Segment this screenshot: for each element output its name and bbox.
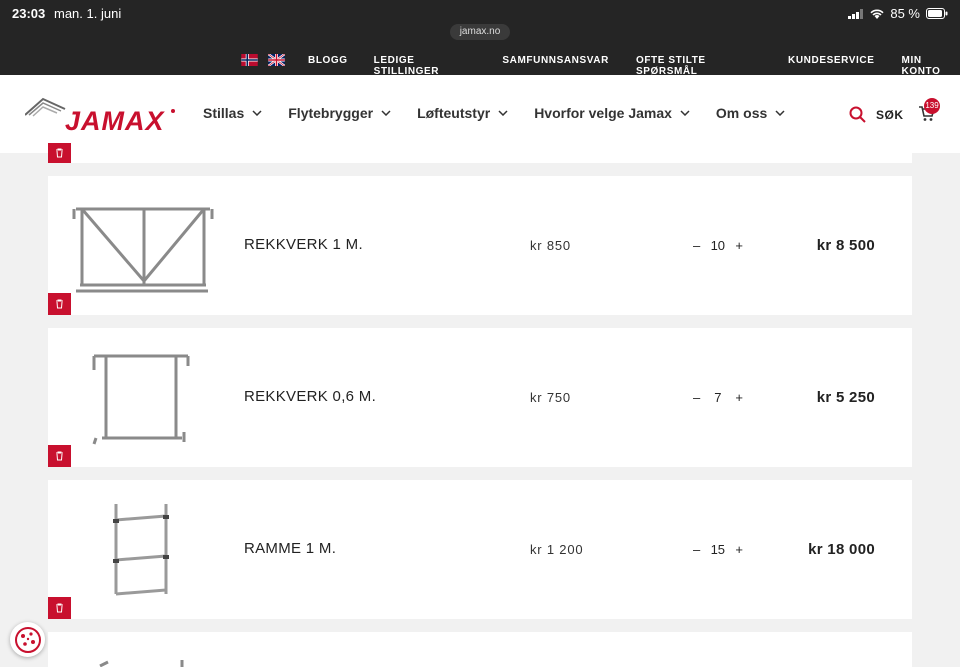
- battery-percent: 85 %: [890, 6, 920, 21]
- cookie-icon: [14, 626, 41, 653]
- cart-count-badge: 139: [924, 98, 940, 114]
- quantity-value[interactable]: 10: [708, 238, 728, 253]
- quantity-value[interactable]: 7: [708, 390, 728, 405]
- delete-button[interactable]: [48, 597, 71, 619]
- cart-row-partial: [48, 143, 912, 163]
- decrease-button[interactable]: –: [693, 238, 700, 253]
- line-total: kr 5 250: [816, 389, 875, 406]
- search-icon: [849, 106, 866, 123]
- rekkverk-1m-image: [72, 207, 214, 293]
- topnav-kundeservice[interactable]: KUNDESERVICE: [788, 55, 874, 77]
- site-header: JAMAX Stillas Flytebrygger Løfteutstyr H…: [0, 75, 960, 153]
- ramme-1m-image: [113, 504, 169, 596]
- nav-lofteutstyr[interactable]: Løfteutstyr: [417, 105, 508, 121]
- increase-button[interactable]: +: [735, 238, 743, 253]
- increase-button[interactable]: +: [735, 390, 743, 405]
- cart-item-row: RAMME 1 M. kr 1 200 – 15 + kr 18 000: [48, 480, 912, 619]
- delete-button[interactable]: [48, 445, 71, 467]
- search-label: SØK: [876, 107, 904, 122]
- svg-text:JAMAX: JAMAX: [65, 106, 166, 131]
- decrease-button[interactable]: –: [693, 542, 700, 557]
- battery-icon: [926, 8, 948, 19]
- chevron-down-icon: [252, 110, 262, 116]
- nav-flytebrygger-label: Flytebrygger: [288, 105, 374, 121]
- language-flags: [241, 54, 285, 66]
- top-bar: 23:03 man. 1. juni 85 % jamax.no BLOGG L…: [0, 0, 960, 77]
- nav-om-oss-label: Om oss: [715, 105, 768, 121]
- wifi-icon: [870, 9, 884, 19]
- url-bar[interactable]: jamax.no: [450, 24, 510, 40]
- increase-button[interactable]: +: [735, 542, 743, 557]
- line-total: kr 18 000: [808, 541, 875, 558]
- status-time: 23:03: [12, 6, 46, 21]
- cookie-settings-button[interactable]: [10, 622, 45, 657]
- nav-stillas[interactable]: Stillas: [203, 105, 262, 121]
- quantity-stepper: – 7 +: [693, 390, 743, 405]
- cart-item-row: REKKVERK 1 M. kr 850 – 10 + kr 8 500: [48, 176, 912, 315]
- product-price: kr 750: [530, 390, 571, 405]
- product-image-partial: [99, 660, 184, 667]
- decrease-button[interactable]: –: [693, 390, 700, 405]
- nav-hvorfor-label: Hvorfor velge Jamax: [534, 105, 672, 121]
- status-date: man. 1. juni: [54, 6, 122, 21]
- topnav-blogg[interactable]: BLOGG: [308, 55, 348, 77]
- british-flag-icon[interactable]: [268, 54, 285, 66]
- product-name[interactable]: REKKVERK 0,6 M.: [244, 388, 376, 405]
- quantity-value[interactable]: 15: [708, 542, 728, 557]
- trash-icon: [56, 451, 63, 461]
- product-name[interactable]: RAMME 1 M.: [244, 540, 336, 557]
- quantity-stepper: – 15 +: [693, 542, 743, 557]
- nav-flytebrygger[interactable]: Flytebrygger: [288, 105, 391, 121]
- main-navigation: Stillas Flytebrygger Løfteutstyr Hvorfor…: [203, 105, 811, 121]
- chevron-down-icon: [498, 110, 508, 116]
- rekkverk-06m-image: [92, 354, 190, 445]
- nav-stillas-label: Stillas: [203, 105, 245, 121]
- trash-icon: [56, 148, 63, 158]
- topnav-ledige-stillinger[interactable]: LEDIGE STILLINGER: [374, 55, 477, 77]
- nav-hvorfor-velge-jamax[interactable]: Hvorfor velge Jamax: [534, 105, 690, 121]
- quantity-stepper: – 10 +: [693, 238, 743, 253]
- trash-icon: [56, 299, 63, 309]
- delete-button[interactable]: [48, 143, 71, 163]
- jamax-logo[interactable]: JAMAX: [25, 97, 177, 131]
- chevron-down-icon: [381, 110, 391, 116]
- product-price: kr 1 200: [530, 542, 584, 557]
- norwegian-flag-icon[interactable]: [241, 54, 258, 66]
- line-total: kr 8 500: [816, 237, 875, 254]
- nav-lofteutstyr-label: Løfteutstyr: [417, 105, 491, 121]
- topnav-ofte-stilte[interactable]: OFTE STILTE SPØRSMÅL: [636, 55, 762, 77]
- trash-icon: [56, 603, 63, 613]
- topnav-min-konto[interactable]: MIN KONTO: [902, 55, 960, 77]
- status-indicators: 85 %: [848, 6, 948, 21]
- topnav-samfunnsansvar[interactable]: SAMFUNNSANSVAR: [502, 55, 609, 77]
- top-navigation: BLOGG LEDIGE STILLINGER SAMFUNNSANSVAR O…: [308, 55, 960, 77]
- search-button[interactable]: SØK: [849, 106, 904, 123]
- cart-row-partial: [48, 632, 912, 667]
- signal-icon: [848, 8, 864, 19]
- delete-button[interactable]: [48, 293, 71, 315]
- product-price: kr 850: [530, 238, 571, 253]
- nav-om-oss[interactable]: Om oss: [716, 105, 785, 121]
- chevron-down-icon: [775, 110, 785, 116]
- product-name[interactable]: REKKVERK 1 M.: [244, 236, 363, 253]
- chevron-down-icon: [680, 110, 690, 116]
- cart-item-row: REKKVERK 0,6 M. kr 750 – 7 + kr 5 250: [48, 328, 912, 467]
